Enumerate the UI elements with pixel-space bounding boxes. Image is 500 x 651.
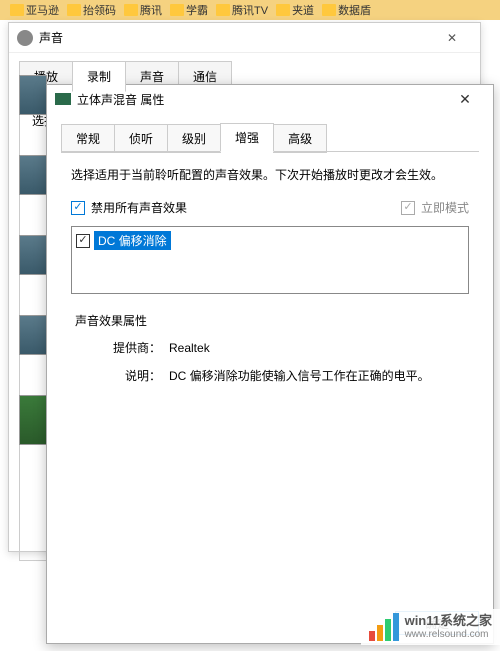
properties-dialog: 立体声混音 属性 ✕ 常规 侦听 级别 增强 高级 选择适用于当前聆听配置的声音…: [46, 84, 494, 644]
effect-item[interactable]: DC 偏移消除: [76, 231, 464, 250]
effect-properties-grid: 提供商： Realtek 说明： DC 偏移消除功能使输入信号工作在正确的电平。: [71, 339, 469, 385]
tab-general[interactable]: 常规: [61, 124, 115, 153]
desktop-folder[interactable]: 学霸: [170, 2, 208, 18]
watermark-logo-icon: [369, 613, 399, 641]
tab-levels[interactable]: 级别: [167, 124, 221, 153]
folder-icon: [276, 4, 290, 16]
disable-all-label[interactable]: 禁用所有声音效果: [91, 199, 187, 216]
desktop-folder[interactable]: 腾讯TV: [216, 2, 268, 18]
folder-icon: [67, 4, 81, 16]
watermark-sub: www.relsound.com: [405, 629, 492, 641]
stereo-mix-icon: [55, 93, 71, 105]
close-icon[interactable]: ✕: [445, 87, 485, 111]
desktop-folder[interactable]: 夹道: [276, 2, 314, 18]
enhancements-panel: 选择适用于当前聆听配置的声音效果。下次开始播放时更改才会生效。 禁用所有声音效果…: [61, 151, 479, 631]
immediate-mode-label: 立即模式: [421, 199, 469, 216]
sound-dialog-title: 声音: [39, 29, 432, 46]
device-icon[interactable]: [19, 75, 47, 115]
disable-all-checkbox[interactable]: [71, 201, 85, 215]
watermark: win11系统之家 www.relsound.com: [361, 609, 500, 645]
device-list: [19, 75, 49, 485]
effects-listbox[interactable]: DC 偏移消除: [71, 226, 469, 294]
desktop-folder[interactable]: 抬领码: [67, 2, 116, 18]
disable-all-row: 禁用所有声音效果 立即模式: [71, 199, 469, 216]
watermark-main: win11系统之家: [405, 613, 492, 629]
device-icon[interactable]: [19, 155, 47, 195]
watermark-text: win11系统之家 www.relsound.com: [405, 613, 492, 641]
folder-icon: [170, 4, 184, 16]
tab-advanced[interactable]: 高级: [273, 124, 327, 153]
effect-checkbox[interactable]: [76, 234, 90, 248]
tab-listen[interactable]: 侦听: [114, 124, 168, 153]
description-label: 说明：: [91, 367, 161, 385]
device-icon[interactable]: [19, 395, 47, 445]
tab-recording[interactable]: 录制: [72, 61, 126, 92]
sound-titlebar[interactable]: 声音 ✕: [9, 23, 480, 53]
description-value: DC 偏移消除功能使输入信号工作在正确的电平。: [169, 367, 469, 385]
speaker-icon: [17, 30, 33, 46]
folder-icon: [322, 4, 336, 16]
properties-tabs: 常规 侦听 级别 增强 高级: [47, 113, 493, 152]
provider-value: Realtek: [169, 339, 469, 357]
desktop-folder[interactable]: 亚马逊: [10, 2, 59, 18]
properties-dialog-title: 立体声混音 属性: [77, 91, 445, 108]
folder-icon: [10, 4, 24, 16]
tab-enhancements[interactable]: 增强: [220, 123, 274, 152]
effect-properties-title: 声音效果属性: [71, 312, 469, 329]
desktop-folder[interactable]: 腾讯: [124, 2, 162, 18]
immediate-mode-checkbox: [401, 201, 415, 215]
provider-label: 提供商：: [91, 339, 161, 357]
device-icon[interactable]: [19, 235, 47, 275]
device-icon[interactable]: [19, 315, 47, 355]
desktop-folder[interactable]: 数据盾: [322, 2, 371, 18]
folder-icon: [124, 4, 138, 16]
close-icon[interactable]: ✕: [432, 26, 472, 50]
folder-icon: [216, 4, 230, 16]
effect-label[interactable]: DC 偏移消除: [94, 231, 171, 250]
desktop-background: 亚马逊 抬领码 腾讯 学霸 腾讯TV 夹道 数据盾: [0, 0, 500, 20]
enhancements-description: 选择适用于当前聆听配置的声音效果。下次开始播放时更改才会生效。: [71, 166, 469, 185]
